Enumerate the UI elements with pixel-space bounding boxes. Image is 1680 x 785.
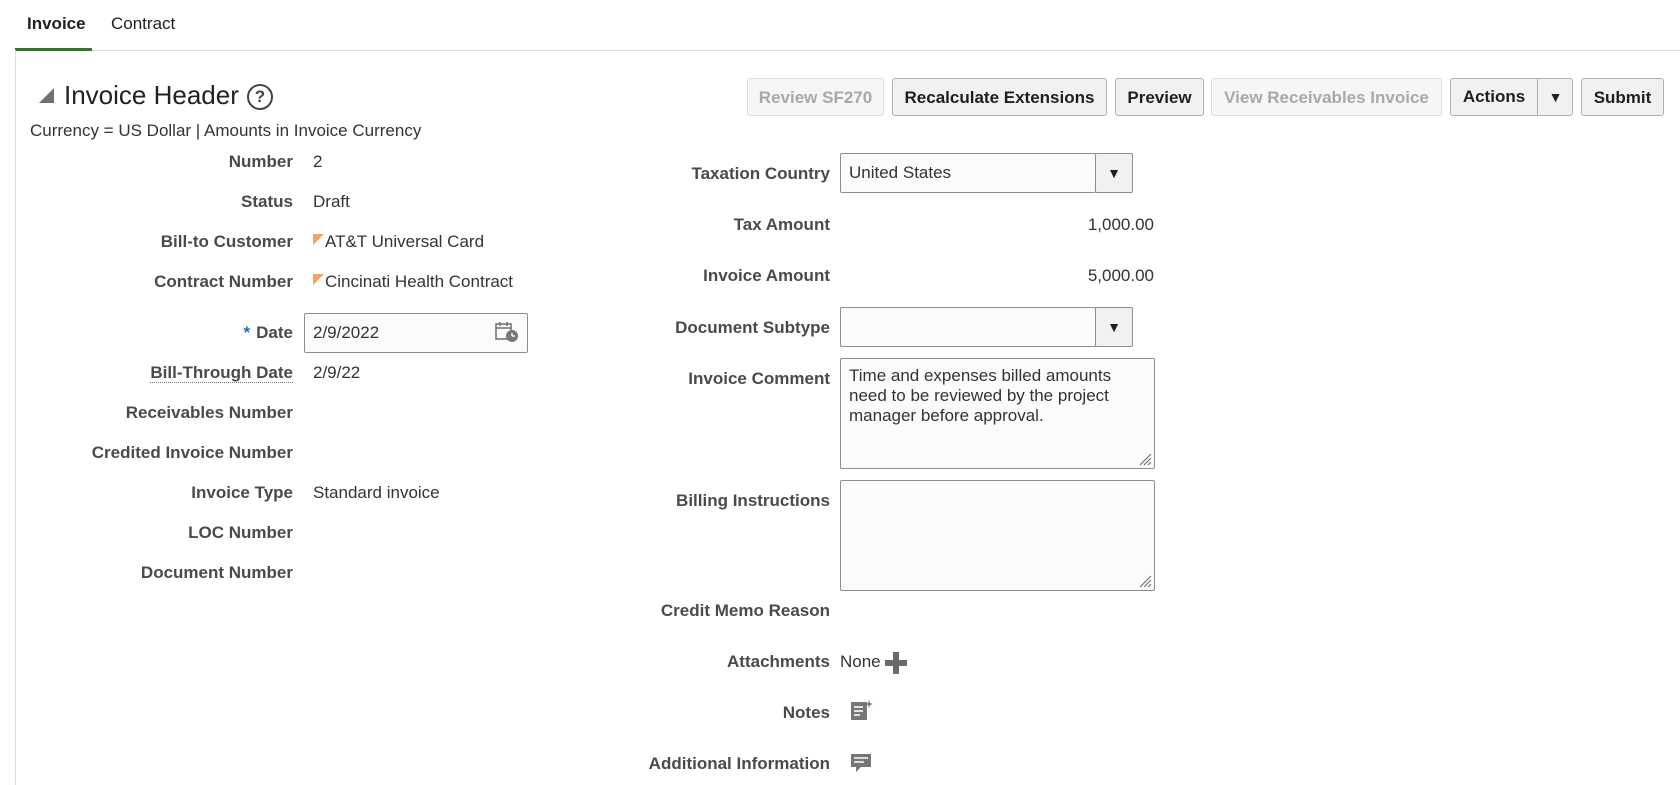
tab-invoice[interactable]: Invoice xyxy=(15,0,92,51)
calendar-icon[interactable] xyxy=(495,321,519,343)
actions-menu-button[interactable]: Actions ▼ xyxy=(1450,78,1573,116)
recalculate-extensions-button[interactable]: Recalculate Extensions xyxy=(892,78,1107,116)
bill-through-date-label-text: Bill-Through Date xyxy=(150,363,293,383)
bill-to-customer-text: AT&T Universal Card xyxy=(325,232,485,251)
invoice-comment-text: Time and expenses billed amounts need to… xyxy=(849,366,1112,425)
chevron-down-icon[interactable]: ▼ xyxy=(1095,153,1133,193)
credited-invoice-number-label: Credited Invoice Number xyxy=(91,443,293,462)
invoice-amount-value: 5,000.00 xyxy=(1087,266,1154,285)
plus-icon[interactable] xyxy=(885,652,907,674)
flag-icon xyxy=(313,274,324,285)
details-icon[interactable] xyxy=(850,752,872,774)
tab-invoice-label: Invoice xyxy=(27,14,86,33)
number-value: 2 xyxy=(313,152,323,171)
document-subtype-label: Document Subtype xyxy=(675,318,830,337)
date-input-value: 2/9/2022 xyxy=(313,323,380,342)
chevron-down-icon[interactable]: ▼ xyxy=(1537,79,1573,115)
contract-number-text: Cincinati Health Contract xyxy=(325,272,514,291)
attachments-label: Attachments xyxy=(727,652,830,671)
number-label: Number xyxy=(228,152,293,171)
contract-number-label: Contract Number xyxy=(154,272,293,291)
notes-icon[interactable] xyxy=(850,698,874,722)
actions-button[interactable]: Actions xyxy=(1451,79,1537,115)
tab-contract-label: Contract xyxy=(111,14,176,33)
loc-number-label: LOC Number xyxy=(188,523,293,542)
notes-label: Notes xyxy=(782,703,830,722)
review-sf270-button[interactable]: Review SF270 xyxy=(747,78,884,116)
date-input[interactable]: 2/9/2022 xyxy=(304,313,528,353)
contract-number-value[interactable]: Cincinati Health Contract xyxy=(313,272,513,292)
invoice-amount-label: Invoice Amount xyxy=(703,266,830,285)
tax-amount-value: 1,000.00 xyxy=(1087,215,1154,234)
credit-memo-reason-label: Credit Memo Reason xyxy=(660,601,830,620)
flag-icon xyxy=(313,234,324,245)
additional-information-label: Additional Information xyxy=(648,754,830,773)
document-number-label: Document Number xyxy=(140,563,293,582)
billing-instructions-label: Billing Instructions xyxy=(676,491,830,510)
tab-bar: Invoice Contract xyxy=(15,0,1680,51)
view-receivables-invoice-button[interactable]: View Receivables Invoice xyxy=(1211,78,1442,116)
preview-button[interactable]: Preview xyxy=(1115,78,1204,116)
collapse-triangle-icon[interactable] xyxy=(39,88,54,103)
tab-contract[interactable]: Contract xyxy=(111,0,191,50)
required-marker: * xyxy=(243,323,251,342)
taxation-country-value: United States xyxy=(849,163,952,182)
date-label: * Date xyxy=(244,323,293,343)
resize-handle-icon[interactable] xyxy=(1138,574,1152,588)
invoice-comment-textarea[interactable]: Time and expenses billed amounts need to… xyxy=(840,358,1155,469)
document-subtype-select[interactable] xyxy=(840,307,1096,347)
bill-through-date-label: Bill-Through Date xyxy=(150,363,293,383)
chevron-down-icon[interactable]: ▼ xyxy=(1095,307,1133,347)
taxation-country-select[interactable]: United States xyxy=(840,153,1096,193)
bill-through-date-value: 2/9/22 xyxy=(313,363,361,382)
section-title: Invoice Header xyxy=(64,80,239,110)
receivables-number-label: Receivables Number xyxy=(125,403,293,422)
invoice-comment-label: Invoice Comment xyxy=(688,369,830,388)
billing-instructions-textarea[interactable] xyxy=(840,480,1155,591)
invoice-type-value: Standard invoice xyxy=(313,483,440,502)
bill-to-customer-label: Bill-to Customer xyxy=(160,232,293,251)
date-label-text: Date xyxy=(256,323,293,342)
taxation-country-label: Taxation Country xyxy=(691,164,830,183)
status-value: Draft xyxy=(313,192,350,211)
status-label: Status xyxy=(241,192,293,211)
invoice-type-label: Invoice Type xyxy=(191,483,293,502)
resize-handle-icon[interactable] xyxy=(1138,452,1152,466)
attachments-value: None xyxy=(840,652,881,671)
panel-border xyxy=(15,50,16,785)
submit-button[interactable]: Submit xyxy=(1581,78,1664,116)
currency-note: Currency = US Dollar | Amounts in Invoic… xyxy=(30,121,422,140)
tax-amount-label: Tax Amount xyxy=(733,215,830,234)
tab-active-indicator xyxy=(15,48,92,51)
bill-to-customer-value[interactable]: AT&T Universal Card xyxy=(313,232,484,252)
question-circle-icon[interactable]: ? xyxy=(247,84,273,110)
